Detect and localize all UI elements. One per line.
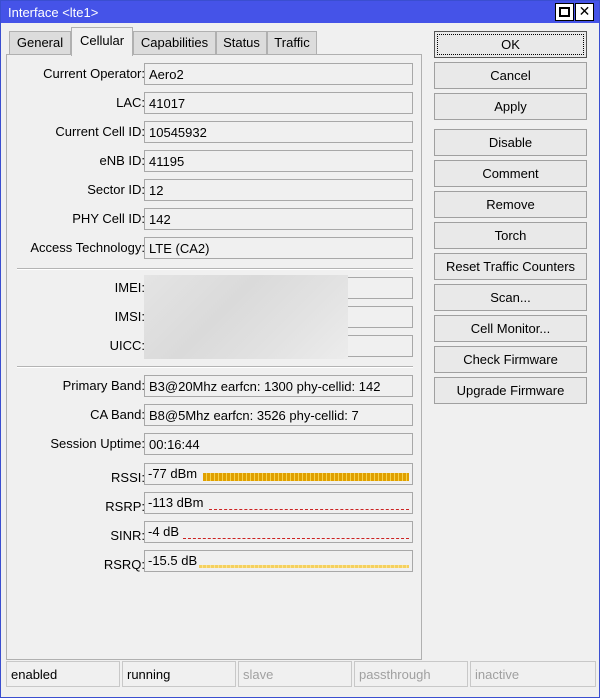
rsrp-field[interactable]: -113 dBm bbox=[144, 492, 413, 514]
primary-band-row: Primary Band: B3@20Mhz earfcn: 1300 phy-… bbox=[7, 375, 423, 397]
status-enabled: enabled bbox=[6, 661, 120, 687]
tab-traffic[interactable]: Traffic bbox=[267, 31, 317, 55]
imei-label: IMEI: bbox=[114, 280, 145, 295]
phy-cell-id-row: PHY Cell ID: 142 bbox=[7, 208, 423, 230]
reset-traffic-counters-button[interactable]: Reset Traffic Counters bbox=[434, 253, 587, 280]
cellular-panel: Current Operator: Aero2 LAC: 41017 Curre… bbox=[6, 54, 422, 660]
rsrq-field[interactable]: -15.5 dB bbox=[144, 550, 413, 572]
separator bbox=[17, 268, 413, 270]
phy-cell-id-label: PHY Cell ID: bbox=[72, 211, 145, 226]
ca-band-label: CA Band: bbox=[90, 407, 145, 422]
window-title: Interface <lte1> bbox=[8, 5, 99, 20]
rssi-meter bbox=[203, 473, 409, 481]
current-cell-id-field[interactable]: 10545932 bbox=[144, 121, 413, 143]
tab-capabilities[interactable]: Capabilities bbox=[133, 31, 216, 55]
torch-button[interactable]: Torch bbox=[434, 222, 587, 249]
rssi-value: -77 dBm bbox=[148, 466, 198, 481]
status-bar: enabled running slave passthrough inacti… bbox=[6, 661, 596, 687]
rsrp-row: RSRP: -113 dBm bbox=[7, 492, 423, 514]
sinr-field[interactable]: -4 dB bbox=[144, 521, 413, 543]
upgrade-firmware-button[interactable]: Upgrade Firmware bbox=[434, 377, 587, 404]
redaction-blur bbox=[144, 275, 348, 359]
sector-id-field[interactable]: 12 bbox=[144, 179, 413, 201]
lac-row: LAC: 41017 bbox=[7, 92, 423, 114]
sinr-meter bbox=[183, 538, 409, 539]
uicc-label: UICC: bbox=[109, 338, 145, 353]
ok-button[interactable]: OK bbox=[434, 31, 587, 58]
title-bar[interactable]: Interface <lte1> ✕ bbox=[1, 1, 599, 23]
status-running: running bbox=[122, 661, 236, 687]
tab-cellular[interactable]: Cellular bbox=[71, 27, 133, 56]
ca-band-field[interactable]: B8@5Mhz earfcn: 3526 phy-cellid: 7 bbox=[144, 404, 413, 426]
disable-button[interactable]: Disable bbox=[434, 129, 587, 156]
access-technology-row: Access Technology: LTE (CA2) bbox=[7, 237, 423, 259]
current-operator-label: Current Operator: bbox=[43, 66, 145, 81]
scan-button[interactable]: Scan... bbox=[434, 284, 587, 311]
phy-cell-id-field[interactable]: 142 bbox=[144, 208, 413, 230]
rsrq-meter bbox=[199, 565, 409, 568]
sinr-row: SINR: -4 dB bbox=[7, 521, 423, 543]
session-uptime-row: Session Uptime: 00:16:44 bbox=[7, 433, 423, 455]
rsrq-row: RSRQ: -15.5 dB bbox=[7, 550, 423, 572]
status-inactive: inactive bbox=[470, 661, 596, 687]
session-uptime-label: Session Uptime: bbox=[50, 436, 145, 451]
tab-general[interactable]: General bbox=[9, 31, 71, 55]
ca-band-row: CA Band: B8@5Mhz earfcn: 3526 phy-cellid… bbox=[7, 404, 423, 426]
separator bbox=[17, 366, 413, 368]
lac-field[interactable]: 41017 bbox=[144, 92, 413, 114]
current-operator-field[interactable]: Aero2 bbox=[144, 63, 413, 85]
cell-monitor-button[interactable]: Cell Monitor... bbox=[434, 315, 587, 342]
apply-button[interactable]: Apply bbox=[434, 93, 587, 120]
session-uptime-field[interactable]: 00:16:44 bbox=[144, 433, 413, 455]
tab-status[interactable]: Status bbox=[216, 31, 267, 55]
rssi-field[interactable]: -77 dBm bbox=[144, 463, 413, 485]
imsi-label: IMSI: bbox=[114, 309, 145, 324]
rssi-label: RSSI: bbox=[111, 470, 145, 485]
primary-band-label: Primary Band: bbox=[62, 378, 145, 393]
sector-id-row: Sector ID: 12 bbox=[7, 179, 423, 201]
access-technology-field[interactable]: LTE (CA2) bbox=[144, 237, 413, 259]
lac-label: LAC: bbox=[116, 95, 145, 110]
enb-id-label: eNB ID: bbox=[99, 153, 145, 168]
status-passthrough: passthrough bbox=[354, 661, 468, 687]
comment-button[interactable]: Comment bbox=[434, 160, 587, 187]
interface-window: Interface <lte1> ✕ General Cellular Capa… bbox=[0, 0, 600, 698]
sinr-label: SINR: bbox=[110, 528, 145, 543]
current-cell-id-label: Current Cell ID: bbox=[55, 124, 145, 139]
remove-button[interactable]: Remove bbox=[434, 191, 587, 218]
sinr-value: -4 dB bbox=[148, 524, 180, 539]
status-slave: slave bbox=[238, 661, 352, 687]
cancel-button[interactable]: Cancel bbox=[434, 62, 587, 89]
rssi-row: RSSI: -77 dBm bbox=[7, 463, 423, 485]
current-operator-row: Current Operator: Aero2 bbox=[7, 63, 423, 85]
close-button[interactable]: ✕ bbox=[575, 3, 594, 21]
current-cell-id-row: Current Cell ID: 10545932 bbox=[7, 121, 423, 143]
rsrp-meter bbox=[209, 509, 409, 510]
rsrq-value: -15.5 dB bbox=[148, 553, 198, 568]
primary-band-field[interactable]: B3@20Mhz earfcn: 1300 phy-cellid: 142 bbox=[144, 375, 413, 397]
check-firmware-button[interactable]: Check Firmware bbox=[434, 346, 587, 373]
close-icon: ✕ bbox=[578, 3, 591, 19]
access-technology-label: Access Technology: bbox=[30, 240, 145, 255]
maximize-icon bbox=[559, 7, 570, 17]
maximize-button[interactable] bbox=[555, 3, 574, 21]
enb-id-row: eNB ID: 41195 bbox=[7, 150, 423, 172]
rsrq-label: RSRQ: bbox=[103, 557, 145, 572]
rsrp-value: -113 dBm bbox=[148, 495, 204, 510]
sector-id-label: Sector ID: bbox=[87, 182, 145, 197]
enb-id-field[interactable]: 41195 bbox=[144, 150, 413, 172]
rsrp-label: RSRP: bbox=[105, 499, 145, 514]
